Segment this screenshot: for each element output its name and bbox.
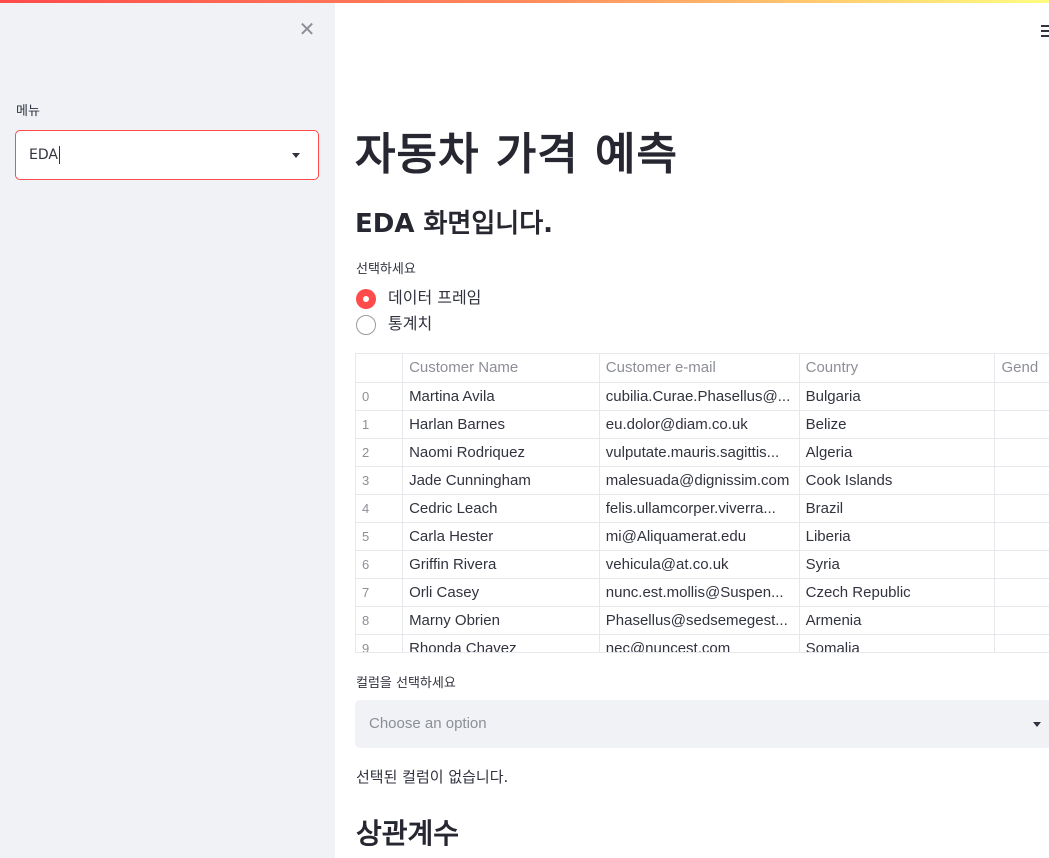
table-cell[interactable]: Phasellus@sedsemegest... bbox=[599, 606, 800, 635]
table-row: 9 Rhonda Chavez nec@nuncest.com Somalia bbox=[356, 634, 1049, 652]
table-cell[interactable]: Bulgaria bbox=[799, 382, 996, 411]
table-cell[interactable]: Cedric Leach bbox=[402, 494, 600, 523]
radio-option-label: 통계치 bbox=[388, 314, 433, 333]
table-cell[interactable] bbox=[994, 578, 1049, 607]
table-cell[interactable] bbox=[994, 550, 1049, 579]
chevron-down-icon bbox=[292, 153, 300, 158]
table-cell[interactable]: Belize bbox=[799, 410, 996, 439]
table-cell[interactable]: Naomi Rodriquez bbox=[402, 438, 600, 467]
table-cell[interactable] bbox=[994, 438, 1049, 467]
table-cell[interactable]: vehicula@at.co.uk bbox=[599, 550, 800, 579]
row-index[interactable]: 0 bbox=[356, 382, 404, 411]
table-row: 0 Martina Avila cubilia.Curae.Phasellus@..… bbox=[356, 382, 1049, 411]
table-cell[interactable] bbox=[994, 466, 1049, 495]
menu-select-value: EDA bbox=[29, 146, 60, 164]
table-cell[interactable]: Orli Casey bbox=[402, 578, 600, 607]
status-text: 선택된 컬럼이 없습니다. bbox=[356, 768, 509, 786]
table-cell[interactable]: Harlan Barnes bbox=[402, 410, 600, 439]
table-cell[interactable]: Rhonda Chavez bbox=[402, 634, 600, 652]
table-cell[interactable]: Liberia bbox=[799, 522, 996, 551]
column-header[interactable]: Gend bbox=[994, 354, 1049, 383]
table-cell[interactable]: Brazil bbox=[799, 494, 996, 523]
table-cell[interactable]: nec@nuncest.com bbox=[599, 634, 800, 652]
dataframe-table[interactable]: Customer Name Customer e-mail Country Ge… bbox=[355, 353, 1049, 653]
row-index[interactable]: 1 bbox=[356, 410, 404, 439]
close-icon[interactable]: ✕ bbox=[296, 18, 318, 40]
table-cell[interactable]: Somalia bbox=[799, 634, 996, 652]
radio-option-label: 데이터 프레임 bbox=[388, 288, 482, 307]
table-cell[interactable]: nunc.est.mollis@Suspen... bbox=[599, 578, 800, 607]
table-row: 8 Marny Obrien Phasellus@sedsemegest... Arm… bbox=[356, 606, 1049, 635]
row-index[interactable]: 7 bbox=[356, 578, 404, 607]
column-header[interactable]: Customer Name bbox=[402, 354, 600, 383]
table-cell[interactable]: Cook Islands bbox=[799, 466, 996, 495]
hamburger-icon[interactable] bbox=[1041, 25, 1049, 37]
table-cell[interactable]: Martina Avila bbox=[402, 382, 600, 411]
table-cell[interactable] bbox=[994, 382, 1049, 411]
table-cell[interactable]: malesuada@dignissim.com bbox=[599, 466, 800, 495]
section-title: 상관계수 bbox=[356, 817, 460, 850]
row-index[interactable]: 2 bbox=[356, 438, 404, 467]
column-multiselect[interactable]: Choose an option bbox=[355, 700, 1049, 748]
table-cell[interactable] bbox=[994, 634, 1049, 652]
row-index[interactable]: 9 bbox=[356, 634, 404, 652]
page-subtitle: EDA 화면입니다. bbox=[355, 209, 553, 239]
page-title: 자동차 가격 예측 bbox=[355, 129, 678, 180]
table-cell[interactable]: Armenia bbox=[799, 606, 996, 635]
table-row: 1 Harlan Barnes eu.dolor@diam.co.uk Belize bbox=[356, 410, 1049, 439]
table-cell[interactable] bbox=[994, 606, 1049, 635]
row-index[interactable]: 8 bbox=[356, 606, 404, 635]
column-header[interactable]: Country bbox=[799, 354, 996, 383]
chevron-down-icon bbox=[1033, 722, 1041, 727]
table-cell[interactable]: mi@Aliquamerat.edu bbox=[599, 522, 800, 551]
top-decoration-bar bbox=[0, 0, 1049, 3]
table-cell[interactable]: cubilia.Curae.Phasellus@... bbox=[599, 382, 800, 411]
table-cell[interactable]: eu.dolor@diam.co.uk bbox=[599, 410, 800, 439]
table-cell[interactable] bbox=[994, 494, 1049, 523]
sidebar: ✕ 메뉴 EDA bbox=[0, 0, 335, 858]
table-cell[interactable]: Czech Republic bbox=[799, 578, 996, 607]
table-header-row: Customer Name Customer e-mail Country Ge… bbox=[356, 354, 1049, 383]
row-index[interactable]: 6 bbox=[356, 550, 404, 579]
row-index[interactable]: 5 bbox=[356, 522, 404, 551]
table-cell[interactable] bbox=[994, 410, 1049, 439]
table-row: 4 Cedric Leach felis.ullamcorper.viverra..… bbox=[356, 494, 1049, 523]
column-header[interactable]: Customer e-mail bbox=[599, 354, 800, 383]
column-header[interactable] bbox=[356, 354, 404, 383]
table-cell[interactable]: Syria bbox=[799, 550, 996, 579]
menu-label: 메뉴 bbox=[16, 104, 40, 119]
table-cell[interactable]: felis.ullamcorper.viverra... bbox=[599, 494, 800, 523]
menu-select[interactable]: EDA bbox=[15, 130, 319, 180]
table-cell[interactable] bbox=[994, 522, 1049, 551]
table-row: 2 Naomi Rodriquez vulputate.mauris.sagitti… bbox=[356, 438, 1049, 467]
table-cell[interactable]: vulputate.mauris.sagittis... bbox=[599, 438, 800, 467]
table-cell[interactable]: Griffin Rivera bbox=[402, 550, 600, 579]
table-row: 3 Jade Cunningham malesuada@dignissim.com C… bbox=[356, 466, 1049, 495]
table-cell[interactable]: Jade Cunningham bbox=[402, 466, 600, 495]
table-row: 6 Griffin Rivera vehicula@at.co.uk Syria bbox=[356, 550, 1049, 579]
radio-selected-icon bbox=[356, 289, 376, 309]
column-select-placeholder: Choose an option bbox=[369, 715, 487, 732]
column-select-label: 컬럼을 선택하세요 bbox=[356, 676, 456, 691]
radio-group-label: 선택하세요 bbox=[356, 262, 416, 277]
table-row: 7 Orli Casey nunc.est.mollis@Suspen... Czec… bbox=[356, 578, 1049, 607]
table-row: 5 Carla Hester mi@Aliquamerat.edu Liberia bbox=[356, 522, 1049, 551]
table-cell[interactable]: Algeria bbox=[799, 438, 996, 467]
row-index[interactable]: 4 bbox=[356, 494, 404, 523]
table-cell[interactable]: Carla Hester bbox=[402, 522, 600, 551]
radio-unselected-icon bbox=[356, 315, 376, 335]
table-cell[interactable]: Marny Obrien bbox=[402, 606, 600, 635]
row-index[interactable]: 3 bbox=[356, 466, 404, 495]
